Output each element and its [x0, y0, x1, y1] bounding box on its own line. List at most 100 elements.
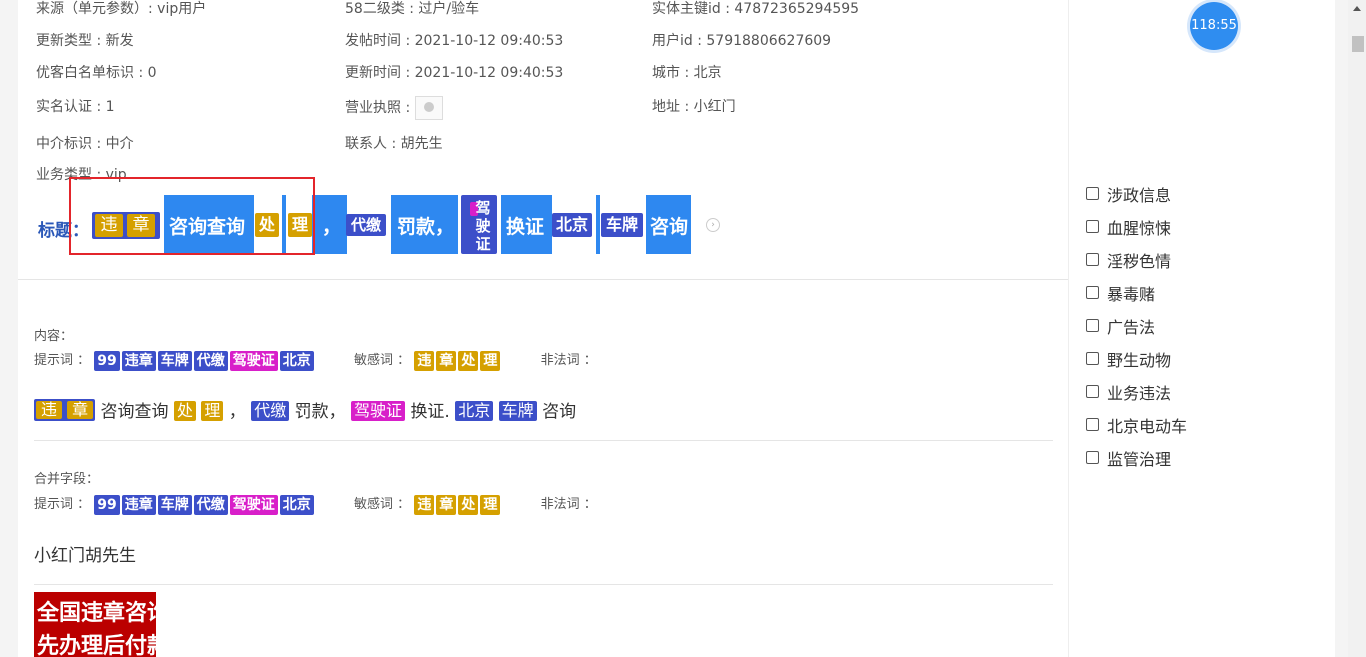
- sensitive-tag: 处: [458, 494, 479, 515]
- title-tag-daijiao: 代缴: [346, 214, 386, 236]
- checkbox-item[interactable]: 暴毒赌: [1086, 276, 1187, 309]
- sensitive-label: 敏感词 ：: [354, 353, 411, 368]
- checkbox-label: 广告法: [1107, 317, 1156, 337]
- checkbox-item[interactable]: 野生动物: [1086, 342, 1187, 375]
- content-label: 内容：: [34, 329, 74, 344]
- meta-address: 地址 : 小红门: [652, 99, 736, 115]
- title-tag-chepai: 车牌: [601, 213, 643, 237]
- checkbox-item[interactable]: 血腥惊悚: [1086, 210, 1187, 243]
- meta-contact: 联系人 : 胡先生: [345, 136, 443, 152]
- category-checkbox-list: 涉政信息 血腥惊悚 淫秽色情 暴毒赌 广告法 野生动物 业务违法 北京电动车 监…: [1086, 177, 1187, 474]
- meta-entity-id: 实体主键id : 47872365294595: [652, 1, 860, 17]
- content-comma: ，: [228, 402, 246, 422]
- content-tag-chu: 处: [173, 401, 196, 421]
- merged-label: 合并字段：: [34, 472, 100, 487]
- content-tag-chepai: 车牌: [498, 401, 537, 421]
- checkbox-item[interactable]: 淫秽色情: [1086, 243, 1187, 276]
- checkbox-label: 血腥惊悚: [1107, 218, 1172, 238]
- content-tag-daijiao: 代缴: [251, 401, 290, 421]
- countdown-timer: 118:55: [1190, 2, 1238, 50]
- hint-tag: 驾驶证: [229, 350, 278, 371]
- merged-divider: [34, 584, 1053, 585]
- chevron-right-icon[interactable]: ›: [706, 218, 720, 232]
- illegal-label: 非法词 ：: [540, 497, 597, 512]
- checkbox[interactable]: [1086, 286, 1099, 299]
- sensitive-tag: 理: [480, 350, 501, 371]
- checkbox[interactable]: [1086, 187, 1099, 200]
- title-comma: ，: [322, 216, 342, 238]
- checkbox-item[interactable]: 北京电动车: [1086, 408, 1187, 441]
- content-tag-li: 理: [201, 401, 224, 421]
- illegal-label: 非法词 ：: [540, 353, 597, 368]
- content-text: 违 章 咨询查询 处 理 ， 代缴 罚款， 驾驶证 换证. 北京 车牌 咨询: [34, 397, 576, 422]
- hint-tag: 代缴: [193, 494, 228, 515]
- checkbox[interactable]: [1086, 319, 1099, 332]
- checkbox-item[interactable]: 业务违法: [1086, 375, 1187, 408]
- meta-license-label: 营业执照 :: [345, 100, 411, 116]
- meta-update-type: 更新类型 : 新发: [36, 33, 134, 49]
- sensitive-tag: 违: [414, 350, 435, 371]
- hint-tag: 北京: [279, 494, 314, 515]
- checkbox-item[interactable]: 广告法: [1086, 309, 1187, 342]
- checkbox[interactable]: [1086, 220, 1099, 233]
- meta-update-time: 更新时间 : 2021-10-12 09:40:53: [345, 65, 564, 81]
- content-seg-fakuan: 罚款，: [294, 402, 346, 422]
- meta-whitelist: 优客白名单标识 : 0: [36, 65, 157, 81]
- checkbox[interactable]: [1086, 451, 1099, 464]
- content-tag-zhang: 章: [67, 401, 94, 419]
- content-seg-zixun2: 咨询: [542, 402, 577, 422]
- hint-tag: 北京: [279, 350, 314, 371]
- scrollbar[interactable]: [1348, 0, 1366, 657]
- checkbox[interactable]: [1086, 385, 1099, 398]
- title-tag-jiazheng: 驾驶证: [475, 199, 491, 253]
- meta-license: 营业执照 :: [345, 96, 443, 120]
- content-tag-jiazheng: 驾驶证: [351, 401, 406, 421]
- meta-agent: 中介标识 : 中介: [36, 136, 134, 152]
- checkbox-item[interactable]: 监管治理: [1086, 441, 1187, 474]
- content-divider: [34, 440, 1053, 441]
- title-tag-beijing: 北京: [552, 213, 592, 237]
- scroll-thumb[interactable]: [1352, 36, 1364, 52]
- content-tag-wei: 违: [36, 401, 63, 419]
- title-seg-fakuan: 罚款，: [397, 216, 455, 238]
- scroll-up-arrow-icon[interactable]: [1353, 6, 1361, 11]
- hint-tag: 99: [94, 350, 120, 371]
- hint-tag: 车牌: [157, 494, 192, 515]
- checkbox[interactable]: [1086, 352, 1099, 365]
- merged-keyword-row: 提示词 ： 99 违章 车牌 代缴 驾驶证 北京 敏感词 ： 违章处理 非法词 ：: [34, 493, 597, 515]
- checkbox[interactable]: [1086, 253, 1099, 266]
- sensitive-tag: 理: [480, 494, 501, 515]
- content-tag-beijing: 北京: [455, 401, 494, 421]
- meta-realname: 实名认证 : 1: [36, 99, 115, 115]
- sensitive-tag: 违: [414, 494, 435, 515]
- meta-city: 城市 : 北京: [652, 65, 722, 81]
- meta-source: 来源（单元参数）: vip用户: [36, 1, 207, 17]
- checkbox-label: 野生动物: [1107, 350, 1172, 370]
- sensitive-tag: 章: [436, 350, 457, 371]
- sensitive-tag: 处: [458, 350, 479, 371]
- hint-tag: 车牌: [157, 350, 192, 371]
- checkbox-item[interactable]: 涉政信息: [1086, 177, 1187, 210]
- post-image-line2: 先办理后付款: [37, 634, 156, 657]
- meta-user-id: 用户id : 57918806627609: [652, 33, 832, 49]
- checkbox-label: 暴毒赌: [1107, 284, 1156, 304]
- hint-tag: 驾驶证: [229, 494, 278, 515]
- license-image-icon[interactable]: [414, 96, 443, 120]
- sensitive-tag: 章: [436, 494, 457, 515]
- highlight-box: [69, 177, 315, 255]
- checkbox-label: 业务违法: [1107, 383, 1172, 403]
- title-seg-zixun2: 咨询: [650, 216, 689, 238]
- hint-label: 提示词 ：: [34, 497, 91, 512]
- sensitive-label: 敏感词 ：: [354, 497, 411, 512]
- content-keyword-row: 提示词 ： 99 违章 车牌 代缴 驾驶证 北京 敏感词 ： 违章处理 非法词 ：: [34, 349, 597, 371]
- post-image[interactable]: 全国违章咨询 先办理后付款: [34, 592, 156, 657]
- meta-category: 58二级类 : 过户/验车: [345, 1, 480, 17]
- content-seg-zixun: 咨询查询: [100, 402, 169, 422]
- checkbox[interactable]: [1086, 418, 1099, 431]
- title-separator-2: [596, 195, 600, 254]
- meta-post-time: 发帖时间 : 2021-10-12 09:40:53: [345, 33, 564, 49]
- checkbox-label: 监管治理: [1107, 449, 1172, 469]
- merged-text: 小红门胡先生: [34, 546, 136, 566]
- hint-tag: 代缴: [193, 350, 228, 371]
- section-divider: [18, 279, 1068, 280]
